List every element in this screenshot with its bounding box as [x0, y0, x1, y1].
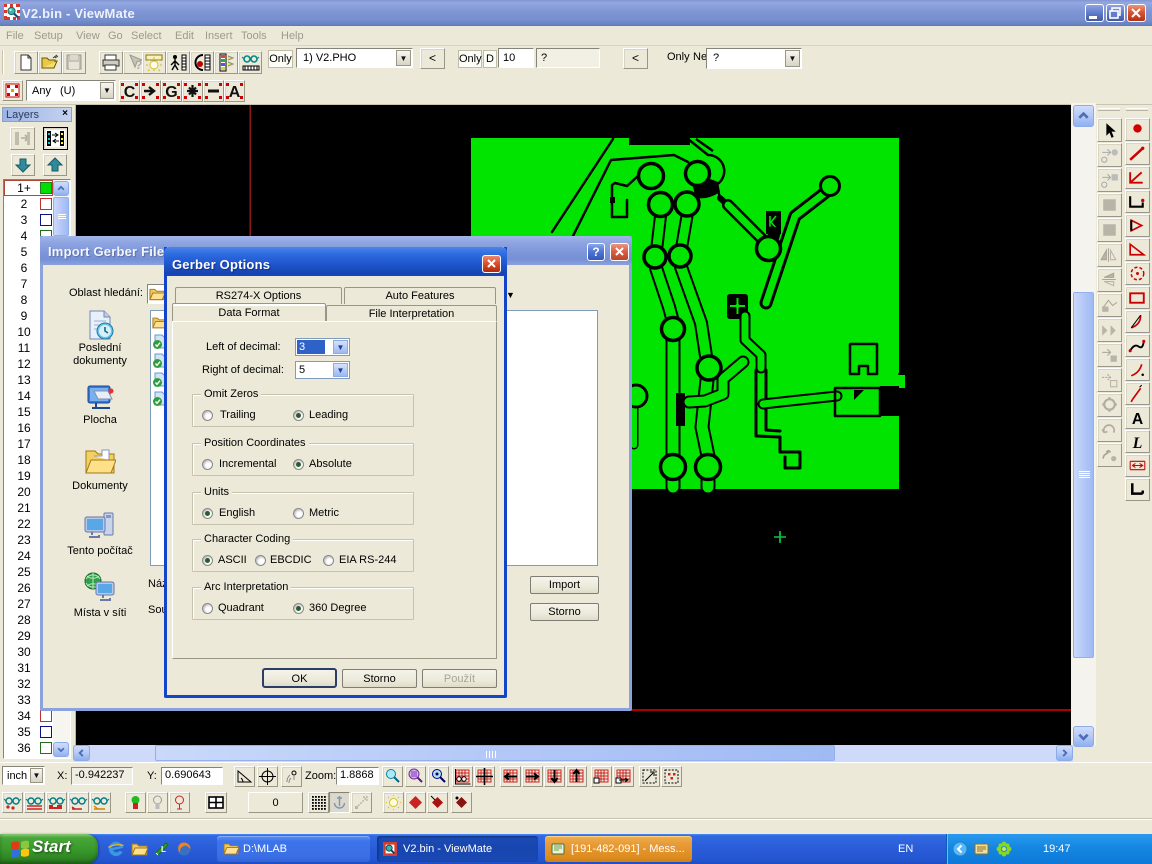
svg-text:G: G [165, 84, 177, 101]
svg-text:A: A [1132, 411, 1143, 428]
svg-text:C: C [124, 84, 136, 101]
svg-text:L: L [161, 845, 166, 854]
svg-text:L: L [1132, 435, 1143, 452]
svg-text:A: A [229, 84, 241, 101]
